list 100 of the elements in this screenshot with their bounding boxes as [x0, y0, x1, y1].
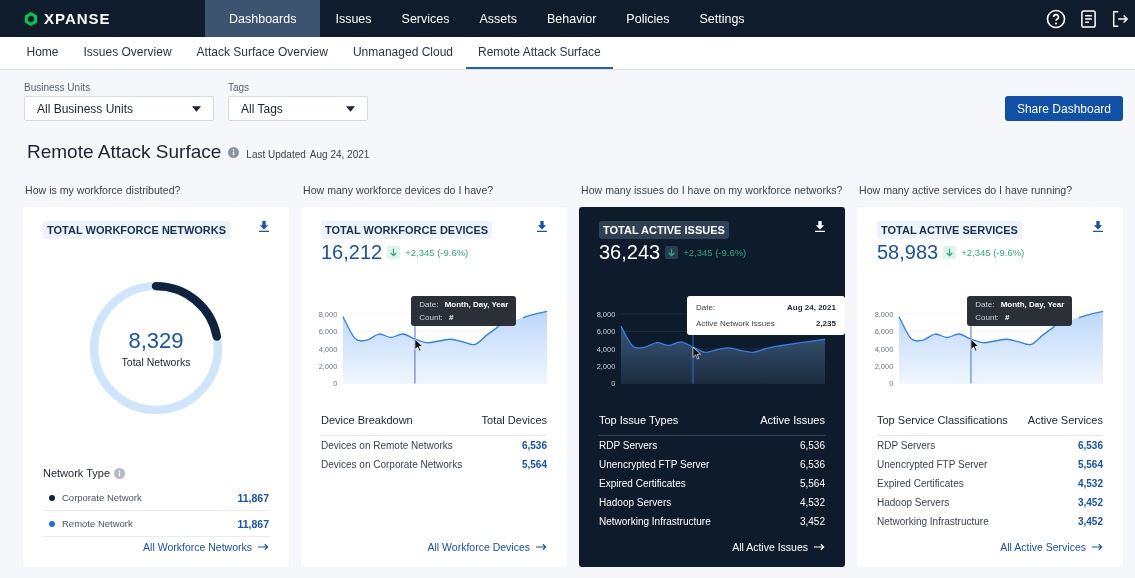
view-all-link[interactable]: All Workforce Devices [427, 541, 547, 553]
tooltip-value: 2,235 [815, 319, 836, 328]
document-icon[interactable] [1080, 8, 1097, 29]
table-cell: 5,564 [1077, 459, 1103, 470]
download-icon[interactable] [815, 221, 825, 232]
table-cell: 6,536 [521, 440, 547, 451]
nav-tab[interactable]: Behavior [532, 0, 612, 37]
tooltip-value: # [1005, 313, 1010, 322]
help-icon[interactable] [1046, 8, 1066, 29]
sub-tab[interactable]: Home [14, 37, 71, 69]
tooltip-label: Date: [419, 300, 439, 309]
pointer-icon [970, 338, 979, 352]
caret-icon [346, 105, 355, 112]
column-header: Active Services [1027, 414, 1103, 426]
tooltip-label: Count: [975, 313, 999, 322]
total-value: 8,329 [128, 328, 184, 354]
share-button[interactable]: Share Dashboard [1004, 96, 1123, 121]
section-question: How many workforce devices do I have? [303, 183, 495, 198]
change-value: +2,345 (-9.6%) [961, 247, 1025, 258]
nav-tab[interactable]: Assets [464, 0, 532, 37]
info-icon[interactable] [228, 147, 240, 158]
down-arrow-icon [387, 246, 401, 259]
sub-tab[interactable]: Issues Overview [71, 37, 185, 69]
arrow-right-icon [258, 543, 269, 551]
tooltip-label: Date: [975, 300, 995, 309]
tooltip-label: Active Network Issues [695, 319, 775, 328]
legend-value: 11,867 [237, 491, 269, 504]
download-icon[interactable] [1093, 221, 1103, 232]
view-all-link[interactable]: All Active Issues [732, 541, 825, 553]
logout-icon[interactable] [1111, 8, 1129, 29]
y-tick-label: 6,000 [596, 327, 616, 337]
y-tick-label: 4,000 [318, 344, 338, 354]
table-cell: Devices on Corporate Networks [321, 459, 463, 470]
table-cell: Networking Infrastructure [877, 516, 989, 527]
download-icon[interactable] [259, 221, 269, 232]
y-tick-label: 8,000 [874, 309, 894, 319]
pointer-icon [692, 346, 701, 360]
column-header: Active Issues [760, 414, 825, 426]
card-title: TOTAL ACTIVE ISSUES [599, 221, 729, 239]
table-cell: 3,452 [1077, 497, 1103, 508]
table-cell: Expired Certificates [877, 478, 964, 489]
table-cell: Unencrypted FTP Server [877, 459, 988, 470]
caret-icon [192, 105, 201, 112]
y-tick-label: 2,000 [596, 361, 616, 371]
down-arrow-icon [665, 246, 679, 259]
y-tick-label: 0 [889, 379, 894, 389]
sub-tab[interactable]: Unmanaged Cloud [340, 37, 466, 69]
arrow-right-icon [1092, 543, 1103, 551]
tooltip-value: Month, Day, Year [1000, 300, 1065, 309]
y-tick-label: 2,000 [318, 361, 338, 371]
y-tick-label: 8,000 [596, 309, 616, 319]
nav-tab[interactable]: Services [386, 0, 465, 37]
nav-tab[interactable]: Policies [611, 0, 685, 37]
legend-value: 11,867 [237, 517, 269, 530]
legend-title: Network Type [43, 467, 111, 479]
card-title: TOTAL WORKFORCE NETWORKS [43, 221, 231, 239]
arrow-right-icon [536, 543, 547, 551]
filter-dropdown[interactable]: All Tags [228, 96, 368, 121]
sub-tab[interactable]: Remote Attack Surface [465, 37, 614, 69]
nav-tab[interactable]: Settings [684, 0, 760, 37]
sub-tab[interactable]: Attack Surface Overview [184, 37, 341, 69]
change-value: +2,345 (-9.6%) [683, 247, 747, 258]
last-updated-date: Aug 24, 2021 [309, 149, 370, 160]
filter-dropdown[interactable]: All Business Units [24, 96, 214, 121]
table-cell: 3,452 [799, 516, 825, 527]
view-all-link[interactable]: All Workforce Networks [143, 541, 269, 553]
table-cell: 4,532 [1077, 478, 1103, 489]
total-value: 58,983 [877, 241, 939, 264]
section-question: How many issues do I have on my workforce networks? [581, 183, 844, 198]
total-caption: Total Networks [121, 356, 191, 368]
section-question: How is my workforce distributed? [25, 183, 182, 198]
table-cell: Hadoop Servers [599, 497, 672, 508]
legend-label: Corporate Network [62, 492, 142, 503]
arrow-right-icon [814, 543, 825, 551]
y-tick-label: 6,000 [874, 327, 894, 337]
pointer-icon [414, 338, 423, 352]
view-all-link[interactable]: All Active Services [1000, 541, 1103, 553]
download-icon[interactable] [537, 221, 547, 232]
table-cell: Unencrypted FTP Server [599, 459, 710, 470]
y-tick-label: 8,000 [318, 309, 338, 319]
change-value: +2,345 (-9.6%) [405, 247, 469, 258]
tooltip-label: Count: [419, 313, 443, 322]
tooltip-value: Aug 24, 2021 [787, 303, 836, 312]
column-header: Device Breakdown [321, 414, 413, 426]
y-tick-label: 4,000 [874, 344, 894, 354]
filter-label: Business Units [24, 82, 92, 93]
table-cell: Expired Certificates [599, 478, 686, 489]
table-cell: 3,452 [1077, 516, 1103, 527]
logo-icon [24, 10, 38, 27]
nav-tab[interactable]: Dashboards [205, 0, 321, 37]
table-cell: RDP Servers [599, 440, 658, 451]
card-title: TOTAL WORKFORCE DEVICES [321, 221, 493, 239]
card-title: TOTAL ACTIVE SERVICES [877, 221, 1022, 239]
last-updated-label: Last Updated [246, 149, 306, 160]
table-cell: 5,564 [799, 478, 825, 489]
brand-name: XPANSE [44, 10, 111, 27]
down-arrow-icon [943, 246, 957, 259]
section-question: How many active services do I have running? [859, 183, 1074, 198]
y-tick-label: 6,000 [318, 327, 338, 337]
nav-tab[interactable]: Issues [320, 0, 387, 37]
